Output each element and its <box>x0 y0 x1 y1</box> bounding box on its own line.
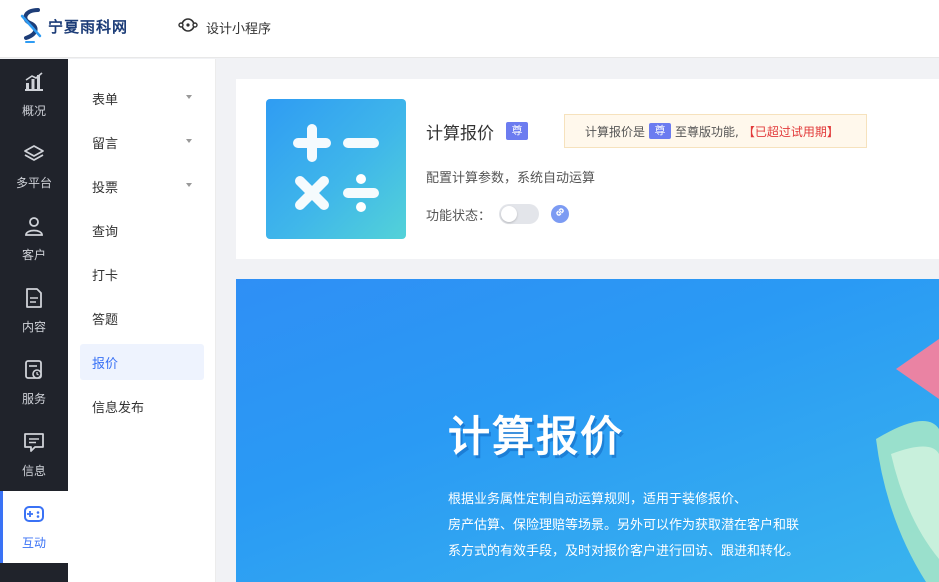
rail-item-message[interactable]: 信息 <box>0 419 68 491</box>
layers-icon <box>23 144 45 168</box>
banner-desc-line: 房产估算、保险理赔等场景。另外可以作为获取潜在客户和联 <box>448 518 800 533</box>
logo-mark-icon <box>16 6 46 46</box>
submenu-item-label: 报价 <box>92 356 119 372</box>
message-icon <box>23 432 45 456</box>
upgrade-notice: 计算报价是 尊 至尊版功能, 【已超过试用期】 <box>564 114 867 148</box>
rail-item-label: 概况 <box>21 103 46 118</box>
status-label: 功能状态： <box>426 208 492 224</box>
rail-item-customer[interactable]: 客户 <box>0 203 68 275</box>
submenu-item-info-publish[interactable]: 信息发布 <box>80 388 204 424</box>
notice-suffix: 至尊版功能, <box>675 124 739 139</box>
design-mini-program-link[interactable]: 设计小程序 <box>178 16 271 38</box>
brand-logo[interactable]: 宁夏雨科网 <box>16 6 136 46</box>
rail-item-label: 互动 <box>21 535 46 550</box>
feature-banner: 计算报价 根据业务属性定制自动运算规则，适用于装修报价、 房产估算、保险理赔等场… <box>236 279 939 582</box>
feature-card: 计算报价 尊 计算报价是 尊 至尊版功能, 【已超过试用期】 配置计算参数，系统… <box>236 79 939 259</box>
submenu-item-quote[interactable]: 报价 <box>80 344 204 380</box>
submenu-item-label: 留言 <box>92 136 119 152</box>
rail-item-content[interactable]: 内容 <box>0 275 68 347</box>
link-button[interactable] <box>551 205 570 223</box>
banner-desc-line: 根据业务属性定制自动运算规则，适用于装修报价、 <box>448 492 748 507</box>
feature-status-row: 功能状态： <box>426 204 570 224</box>
submenu-item-label: 信息发布 <box>92 400 145 416</box>
rail-item-interaction[interactable]: 互动 <box>0 491 68 563</box>
vip-badge: 尊 <box>506 122 528 140</box>
submenu-item-query[interactable]: 查询 <box>80 212 204 248</box>
user-icon <box>23 216 45 240</box>
brand-name: 宁夏雨科网 <box>48 17 129 36</box>
gamepad-icon <box>23 504 45 528</box>
banner-description: 根据业务属性定制自动运算规则，适用于装修报价、 房产估算、保险理赔等场景。另外可… <box>448 487 848 565</box>
rail-item-label: 多平台 <box>15 175 52 190</box>
banner-desc-line: 系方式的有效手段，及时对报价客户进行回访、跟进和转化。 <box>448 544 800 559</box>
chart-icon <box>23 71 45 96</box>
chevron-down-icon <box>186 95 192 99</box>
rail-item-label: 信息 <box>21 463 46 478</box>
trial-expired-text[interactable]: 【已超过试用期】 <box>743 123 839 140</box>
feature-description: 配置计算参数，系统自动运算 <box>426 171 596 186</box>
submenu-item-message-board[interactable]: 留言 <box>80 124 204 160</box>
secondary-menu: 表单 留言 投票 查询 打卡 答题 报价 信息发布 <box>68 59 216 582</box>
document-icon <box>23 287 45 312</box>
top-bar: 宁夏雨科网 设计小程序 <box>0 0 939 58</box>
chevron-down-icon <box>186 183 192 187</box>
main-nav-rail: 概况 多平台 客户 内容 服务 信息 互动 <box>0 59 68 582</box>
mini-program-label: 设计小程序 <box>206 21 272 37</box>
feature-title: 计算报价 <box>426 124 494 144</box>
vip-badge: 尊 <box>649 123 672 139</box>
rail-item-label: 服务 <box>21 391 46 406</box>
notice-prefix: 计算报价是 <box>585 124 646 139</box>
submenu-item-vote[interactable]: 投票 <box>80 168 204 204</box>
chevron-down-icon <box>186 139 192 143</box>
rail-item-service[interactable]: 服务 <box>0 347 68 419</box>
rail-item-label: 内容 <box>21 319 46 334</box>
service-icon <box>23 359 45 384</box>
feature-status-toggle[interactable] <box>499 204 540 224</box>
submenu-item-label: 答题 <box>92 312 119 328</box>
submenu-item-label: 打卡 <box>92 268 119 284</box>
submenu-item-label: 表单 <box>92 92 119 108</box>
submenu-item-label: 查询 <box>92 224 119 240</box>
rail-item-overview[interactable]: 概况 <box>0 59 68 131</box>
submenu-item-quiz[interactable]: 答题 <box>80 300 204 336</box>
banner-title: 计算报价 <box>448 412 625 461</box>
submenu-item-checkin[interactable]: 打卡 <box>80 256 204 292</box>
rail-item-label: 客户 <box>21 247 46 262</box>
link-icon <box>554 206 566 222</box>
submenu-item-form[interactable]: 表单 <box>80 80 204 116</box>
calculator-icon <box>266 99 406 239</box>
mini-program-icon <box>178 16 198 38</box>
submenu-item-label: 投票 <box>92 180 119 196</box>
rail-item-multi-platform[interactable]: 多平台 <box>0 131 68 203</box>
